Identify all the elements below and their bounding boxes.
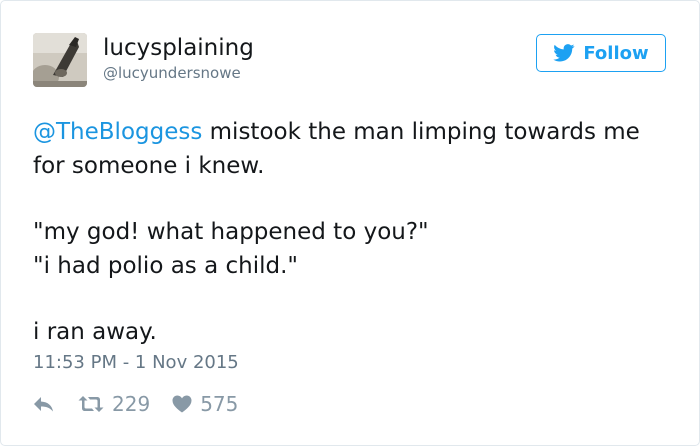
tweet-line-text: mistook the man limping towards me	[202, 119, 640, 145]
mention-link[interactable]: @TheBloggess	[33, 119, 202, 145]
like-button[interactable]: 575	[172, 392, 238, 416]
like-count: 575	[200, 392, 239, 416]
reply-button[interactable]	[33, 395, 55, 413]
tweet-line: i ran away.	[33, 319, 157, 345]
follow-label: Follow	[583, 42, 649, 64]
tweet-timestamp[interactable]: 11:53 PM - 1 Nov 2015	[33, 351, 239, 375]
tweet-line: for someone i knew.	[33, 153, 265, 179]
tweet-line: @TheBloggess mistook the man limping tow…	[33, 115, 673, 149]
profile-photo-image	[33, 33, 87, 87]
tweet-line: "my god! what happened to you?"	[33, 219, 429, 245]
avatar[interactable]	[33, 33, 87, 87]
heart-icon	[172, 395, 192, 413]
retweet-count: 229	[112, 392, 151, 416]
retweet-icon	[78, 396, 104, 412]
tweet-line: "i had polio as a child."	[33, 253, 298, 279]
tweet-actions: 229 575	[33, 390, 238, 418]
display-name[interactable]: lucysplaining	[103, 34, 254, 62]
tweet-text: @TheBloggess mistook the man limping tow…	[33, 115, 673, 349]
user-handle[interactable]: @lucyundersnowe	[103, 64, 241, 82]
reply-icon	[34, 397, 53, 412]
twitter-bird-icon	[553, 44, 575, 62]
tweet-card: lucysplaining @lucyundersnowe Follow @Th…	[0, 0, 700, 446]
follow-button[interactable]: Follow	[536, 34, 666, 72]
retweet-button[interactable]: 229	[78, 392, 150, 416]
